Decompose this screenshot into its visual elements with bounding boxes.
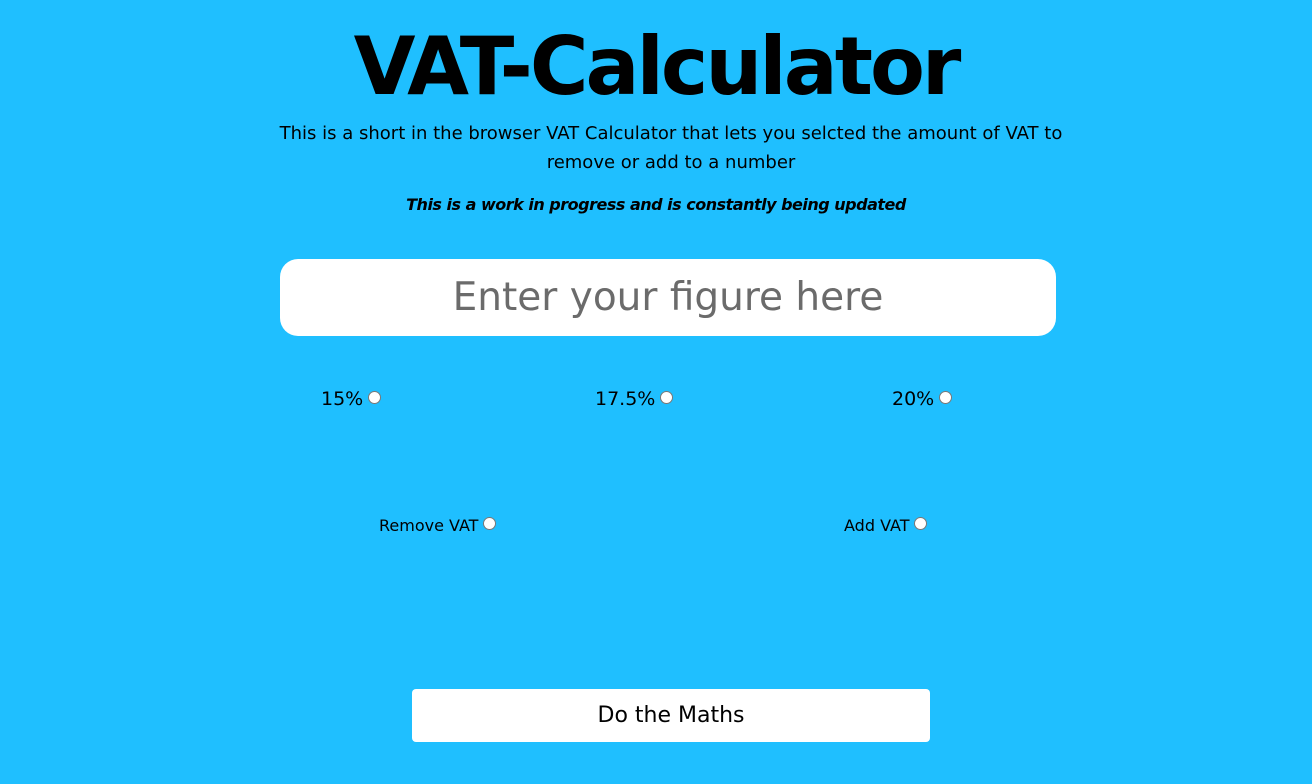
remove-vat-label[interactable]: Remove VAT (379, 516, 478, 535)
remove-vat-option: Remove VAT (379, 516, 497, 535)
remove-vat-radio[interactable] (483, 517, 497, 530)
work-in-progress-note: This is a work in progress and is consta… (406, 195, 906, 214)
vat-rate-15-option: 15% (321, 388, 382, 410)
add-vat-label[interactable]: Add VAT (844, 516, 909, 535)
vat-rate-20-radio[interactable] (939, 390, 953, 404)
vat-rate-17-5-label[interactable]: 17.5% (595, 388, 655, 410)
vat-rate-20-option: 20% (892, 388, 953, 410)
vat-rate-17-5-radio[interactable] (660, 390, 674, 404)
page-description: This is a short in the browser VAT Calcu… (279, 123, 1063, 173)
figure-input[interactable] (280, 259, 1056, 336)
vat-rate-20-label[interactable]: 20% (892, 388, 934, 410)
vat-rate-17-5-option: 17.5% (595, 388, 674, 410)
do-the-maths-button[interactable]: Do the Maths (412, 689, 930, 742)
page-title: VAT-Calculator (353, 20, 962, 113)
add-vat-radio[interactable] (914, 517, 928, 530)
add-vat-option: Add VAT (844, 516, 928, 535)
vat-rate-15-label[interactable]: 15% (321, 388, 363, 410)
vat-rate-15-radio[interactable] (368, 390, 382, 404)
